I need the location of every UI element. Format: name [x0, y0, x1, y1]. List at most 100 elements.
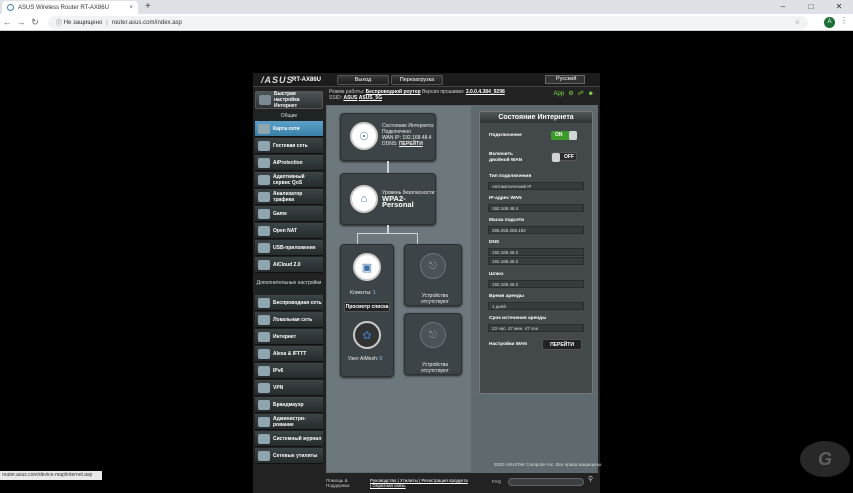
- gamepad-icon: [258, 208, 270, 219]
- ddns-link[interactable]: ПЕРЕЙТИ: [399, 141, 423, 147]
- wifi-status-icon[interactable]: ☻: [588, 91, 594, 97]
- sidebar-item-label: Open NAT: [273, 227, 298, 234]
- usb-node-2[interactable]: ⎋ Устройства отсутствуют: [404, 313, 462, 375]
- sidebar-item-system-log[interactable]: Системный журнал: [255, 431, 323, 447]
- sidebar-item-traffic-analyzer[interactable]: Анализатор трафика: [255, 189, 323, 205]
- sidebar-item-game[interactable]: Game: [255, 206, 323, 222]
- ssid-24-link[interactable]: ASUS: [343, 95, 357, 101]
- connector-line: [357, 233, 358, 244]
- quick-setup-button[interactable]: Быстрая настройка Интернет: [255, 91, 323, 109]
- sidebar-item-network-map[interactable]: Карта сети: [255, 121, 323, 137]
- app-status-icon[interactable]: App: [554, 91, 565, 97]
- ssid-5-link[interactable]: ASUS_5G: [359, 95, 382, 101]
- sidebar-item-aiprotection[interactable]: AiProtection: [255, 155, 323, 171]
- sidebar-item-label: Администри-рование: [273, 415, 306, 428]
- shield-icon: [258, 157, 270, 168]
- connector-line: [387, 161, 389, 173]
- connection-label: Подключение: [489, 133, 522, 138]
- back-icon[interactable]: ←: [0, 17, 14, 27]
- address-bar[interactable]: ⓘ Не защищено | router.asus.com/index.as…: [48, 16, 808, 29]
- tab-close-icon[interactable]: ×: [129, 5, 133, 11]
- usb-status-icon[interactable]: ⚙: [568, 91, 573, 97]
- sidebar-item-lan[interactable]: Локальная сеть: [255, 312, 323, 328]
- copyright-text: 2020 ASUSTeK Computer Inc. Все права защ…: [494, 462, 603, 467]
- bookmark-star-icon[interactable]: ☆: [795, 19, 800, 26]
- mask-label: Маска подсети: [489, 218, 525, 223]
- reboot-button[interactable]: Перезагрузка: [391, 75, 443, 85]
- firmware-link[interactable]: 3.0.0.4.384_9298: [466, 89, 505, 95]
- sidebar-item-network-tools[interactable]: Сетевые утилиты: [255, 448, 323, 464]
- internet-status-panel: Состояние Интернета Подключение ON Включ…: [479, 111, 593, 394]
- sidebar-item-administration[interactable]: Администри-рование: [255, 414, 323, 430]
- router-node[interactable]: ⌂ Уровень безопасности: WPA2-Personal: [340, 173, 436, 225]
- nat-icon: [258, 225, 270, 236]
- link-status-icon[interactable]: ☍: [578, 91, 584, 97]
- router-ui: /ASUS RT-AX86U Выход Перезагрузка Русски…: [253, 73, 600, 493]
- view-list-button[interactable]: Просмотр списка: [344, 302, 390, 312]
- sidebar-item-open-nat[interactable]: Open NAT: [255, 223, 323, 239]
- sidebar-item-alexa[interactable]: Alexa & IFTTT: [255, 346, 323, 362]
- sidebar-item-label: Адаптивный сервис QoS: [273, 173, 305, 186]
- router-footer: Помощь & Поддержка Руководство | Утилиты…: [326, 475, 598, 491]
- clients-count[interactable]: 1: [373, 290, 376, 296]
- sidebar-item-label: Беспроводная сеть: [273, 299, 322, 306]
- vpn-icon: [258, 382, 270, 393]
- log-icon: [258, 433, 270, 444]
- info-icon[interactable]: ⓘ: [56, 18, 62, 27]
- sidebar-item-qos[interactable]: Адаптивный сервис QoS: [255, 172, 323, 188]
- connection-toggle[interactable]: ON: [551, 131, 577, 140]
- faq-search-input[interactable]: [508, 478, 584, 486]
- sidebar-item-guest-network[interactable]: Гостевая сеть: [255, 138, 323, 154]
- forward-icon[interactable]: →: [14, 17, 28, 27]
- browser-menu-icon[interactable]: ⋮: [840, 16, 848, 25]
- traffic-icon: [258, 191, 270, 202]
- reload-icon[interactable]: ↻: [28, 17, 42, 28]
- connector-line: [387, 225, 389, 233]
- gateway-value: 192.168.48.2: [488, 280, 584, 288]
- dns-2-value: 192.168.48.2: [488, 257, 584, 265]
- usb-icon: [258, 242, 270, 253]
- tools-icon: [258, 450, 270, 461]
- dual-wan-toggle[interactable]: OFF: [551, 152, 577, 162]
- sidebar-item-vpn[interactable]: VPN: [255, 380, 323, 396]
- toggle-text: OFF: [564, 154, 574, 160]
- status-icons: App ⚙ ☍ ☻: [554, 91, 594, 97]
- lease-label: Время аренды: [489, 294, 524, 299]
- aimesh-count[interactable]: 0: [380, 356, 383, 362]
- lan-icon: [258, 314, 270, 325]
- sidebar-item-usb-app[interactable]: USB-приложение: [255, 240, 323, 256]
- router-header: /ASUS RT-AX86U Выход Перезагрузка Русски…: [253, 73, 600, 87]
- window-close-icon[interactable]: ✕: [825, 0, 853, 14]
- minimize-icon[interactable]: –: [769, 0, 797, 14]
- logout-button[interactable]: Выход: [337, 75, 389, 85]
- profile-avatar[interactable]: A: [824, 17, 835, 28]
- wan-ip-value: 192.168.48.4: [488, 204, 584, 212]
- page-area: /ASUS RT-AX86U Выход Перезагрузка Русски…: [0, 31, 853, 493]
- sidebar-item-ipv6[interactable]: IPv6: [255, 363, 323, 379]
- wan-settings-go-button[interactable]: ПЕРЕЙТИ: [542, 339, 582, 350]
- browser-tab-bar: ASUS Wireless Router RT-AX86U × + – □ ✕: [0, 0, 853, 14]
- admin-icon: [258, 416, 270, 427]
- sidebar-item-label: Карта сети: [273, 125, 300, 132]
- asus-logo: /ASUS: [261, 75, 294, 85]
- internet-node[interactable]: ☉ Состояние Интернета: Подключено WAN IP…: [340, 113, 436, 161]
- language-select[interactable]: Русский: [545, 75, 585, 84]
- browser-tab[interactable]: ASUS Wireless Router RT-AX86U ×: [2, 1, 138, 14]
- sidebar-item-internet[interactable]: Интернет: [255, 329, 323, 345]
- sidebar-item-label: Брандмауэр: [273, 401, 304, 408]
- firewall-icon: [258, 399, 270, 410]
- usb-1-status: Устройства отсутствуют: [421, 293, 449, 305]
- maximize-icon[interactable]: □: [797, 0, 825, 14]
- usb-node-1[interactable]: ⎋ Устройства отсутствуют: [404, 244, 462, 306]
- qos-icon: [258, 174, 270, 185]
- sidebar-item-wireless[interactable]: Беспроводная сеть: [255, 295, 323, 311]
- sidebar-item-label: USB-приложение: [273, 244, 316, 251]
- new-tab-icon[interactable]: +: [145, 1, 151, 12]
- clients-node[interactable]: ▣ Клиенты: 1 Просмотр списка ✿ Узел AiMe…: [340, 244, 394, 377]
- alexa-icon: [258, 348, 270, 359]
- sidebar-item-firewall[interactable]: Брандмауэр: [255, 397, 323, 413]
- sidebar-item-label: Гостевая сеть: [273, 142, 308, 149]
- sidebar-item-aicloud[interactable]: AiCloud 2.0: [255, 257, 323, 273]
- cloud-icon: [258, 259, 270, 270]
- globe-icon: [258, 331, 270, 342]
